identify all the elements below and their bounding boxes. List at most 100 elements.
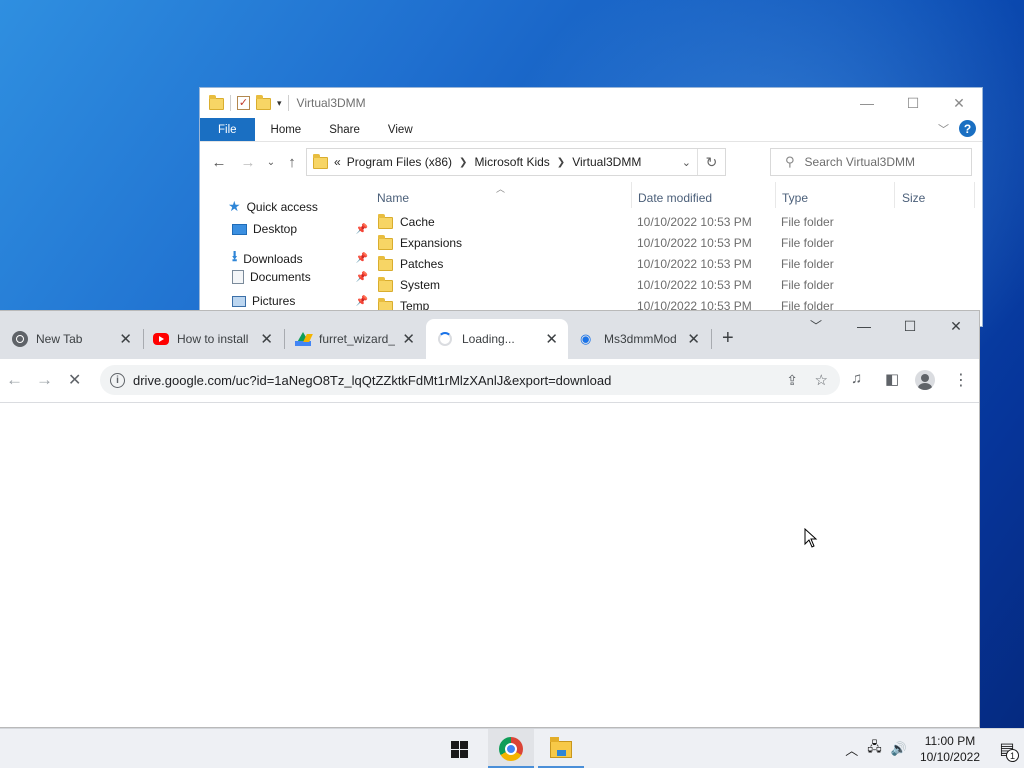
help-icon[interactable]: ? [959, 120, 976, 137]
page-content-blank[interactable] [0, 403, 979, 727]
address-bar[interactable]: i drive.google.com/uc?id=1aNegO8Tz_lqQtZ… [100, 365, 840, 395]
breadcrumb-item[interactable]: Program Files (x86) [347, 155, 452, 169]
breadcrumb-item[interactable]: Microsoft Kids [474, 155, 549, 169]
notification-count-badge: 1 [1006, 749, 1019, 762]
close-icon[interactable]: ✕ [936, 88, 982, 118]
column-divider[interactable] [894, 182, 895, 208]
table-row[interactable]: System 10/10/2022 10:53 PM File folder [372, 275, 972, 296]
minimize-icon[interactable]: — [844, 88, 890, 118]
site-info-icon[interactable]: i [110, 372, 125, 388]
url-text: drive.google.com/uc?id=1aNegO8Tz_lqQtZZk… [133, 372, 612, 388]
new-folder-icon[interactable] [256, 95, 271, 110]
explorer-title-bar[interactable]: ✓ ▾ Virtual3DMM — ☐ ✕ [200, 88, 982, 118]
browser-tab-active[interactable]: Loading... ✕ [426, 319, 568, 359]
sidebar-item-downloads[interactable]: ⭳ Downloads 📌 [232, 246, 368, 271]
tab-share[interactable]: Share [315, 118, 374, 141]
column-header-type[interactable]: Type [782, 191, 808, 205]
start-button[interactable] [436, 729, 482, 768]
tab-title: Loading... [462, 332, 515, 346]
folder-icon [313, 154, 328, 169]
minimize-icon[interactable]: — [841, 311, 887, 341]
volume-icon[interactable]: 🔊 [891, 741, 907, 757]
profile-avatar[interactable] [915, 370, 935, 390]
up-arrow-icon[interactable]: ↑ [281, 154, 303, 171]
taskbar-chrome[interactable] [488, 729, 534, 768]
tab-view[interactable]: View [374, 118, 427, 141]
browser-tab[interactable]: How to install ✕ [153, 319, 283, 359]
sidebar-item-desktop[interactable]: Desktop 📌 [232, 222, 368, 236]
sidebar-item-quick-access[interactable]: ★ Quick access [228, 198, 358, 215]
address-bar[interactable]: « Program Files (x86) ❯ Microsoft Kids ❯… [306, 148, 726, 176]
tab-strip[interactable]: New Tab ✕ How to install ✕ furret_wizard… [0, 311, 979, 359]
breadcrumb-item[interactable]: Virtual3DMM [572, 155, 641, 169]
browser-tab[interactable]: ◉ Ms3dmmMod ✕ [580, 319, 710, 359]
column-header-size[interactable]: Size [902, 191, 925, 205]
menu-kebab-icon[interactable]: ⋮ [953, 370, 969, 390]
show-hidden-icons-icon[interactable]: ︿ [845, 740, 858, 759]
folder-icon [209, 95, 224, 110]
quick-access-toolbar: ✓ ▾ [200, 95, 289, 111]
explorer-window-title: Virtual3DMM [296, 96, 366, 110]
tab-file[interactable]: File [200, 118, 255, 141]
column-divider[interactable] [631, 182, 632, 208]
bookmark-star-icon[interactable]: ☆ [815, 371, 828, 389]
close-tab-icon[interactable]: ✕ [687, 330, 700, 348]
close-tab-icon[interactable]: ✕ [260, 330, 273, 348]
close-tab-icon[interactable]: ✕ [119, 330, 132, 348]
sidebar-item-pictures[interactable]: Pictures 📌 [232, 294, 368, 308]
media-control-icon[interactable]: ♫ [851, 370, 862, 387]
new-tab-icon[interactable]: + [722, 327, 734, 350]
close-tab-icon[interactable]: ✕ [402, 330, 415, 348]
table-row[interactable]: Patches 10/10/2022 10:53 PM File folder [372, 254, 972, 275]
column-header-name[interactable]: Name [377, 191, 409, 205]
forward-arrow-icon[interactable]: → [237, 154, 259, 171]
sidebar-item-label: Quick access [246, 199, 318, 214]
clock[interactable]: 11:00 PM 10/10/2022 [920, 733, 980, 765]
customize-toolbar-icon[interactable]: ▾ [277, 98, 282, 109]
divider [287, 95, 289, 111]
tab-title: How to install [177, 332, 249, 346]
chrome-browser-window: New Tab ✕ How to install ✕ furret_wizard… [0, 310, 980, 728]
close-tab-icon[interactable]: ✕ [545, 330, 558, 348]
breadcrumb-overflow[interactable]: « [334, 155, 341, 169]
notification-center-button[interactable]: ▤ 1 [990, 729, 1024, 768]
share-icon[interactable]: ⇪ [786, 372, 798, 389]
column-divider[interactable] [974, 182, 975, 208]
chevron-right-icon[interactable]: ❯ [459, 157, 467, 168]
network-icon[interactable]: 🖧 [867, 738, 882, 760]
browser-tab[interactable]: furret_wizard_ ✕ [295, 319, 425, 359]
tab-home[interactable]: Home [257, 118, 316, 141]
sidebar-item-documents[interactable]: Documents 📌 [232, 270, 368, 284]
side-panel-icon[interactable]: ◧ [885, 370, 899, 388]
back-arrow-icon[interactable]: ← [208, 154, 230, 171]
column-divider[interactable] [775, 182, 776, 208]
file-explorer-window: ✓ ▾ Virtual3DMM — ☐ ✕ File Home Share Vi… [199, 87, 983, 327]
taskbar-file-explorer[interactable] [538, 729, 584, 768]
properties-icon[interactable]: ✓ [237, 96, 250, 110]
table-row[interactable]: Cache 10/10/2022 10:53 PM File folder [372, 212, 972, 233]
column-header-date[interactable]: Date modified [638, 191, 712, 205]
tab-search-icon[interactable]: ﹀ [810, 317, 822, 334]
back-arrow-icon[interactable]: ← [6, 370, 23, 390]
stop-loading-icon[interactable]: ✕ [68, 370, 81, 390]
sort-ascending-icon: ︿ [496, 184, 506, 194]
expand-ribbon-icon[interactable]: ﹀ [938, 121, 949, 137]
folder-icon [378, 277, 393, 292]
chevron-right-icon[interactable]: ❯ [557, 157, 565, 168]
browser-tab[interactable]: New Tab ✕ [12, 319, 142, 359]
table-row[interactable]: Expansions 10/10/2022 10:53 PM File fold… [372, 233, 972, 254]
sidebar-item-label: Desktop [253, 222, 298, 236]
pin-icon: 📌 [355, 253, 368, 264]
file-type: File folder [781, 215, 834, 229]
desktop-icon [232, 223, 247, 235]
close-icon[interactable]: ✕ [933, 311, 979, 341]
maximize-icon[interactable]: ☐ [887, 311, 933, 341]
maximize-icon[interactable]: ☐ [890, 88, 936, 118]
browser-window-controls: — ☐ ✕ [841, 311, 979, 341]
chevron-down-icon[interactable]: ⌄ [682, 156, 691, 169]
breadcrumb: « Program Files (x86) ❯ Microsoft Kids ❯… [334, 155, 641, 169]
refresh-icon[interactable]: ↻ [697, 149, 725, 175]
recent-locations-icon[interactable]: ⌄ [260, 157, 282, 168]
forward-arrow-icon[interactable]: → [36, 370, 53, 390]
search-input[interactable]: ⚲ Search Virtual3DMM [770, 148, 972, 176]
